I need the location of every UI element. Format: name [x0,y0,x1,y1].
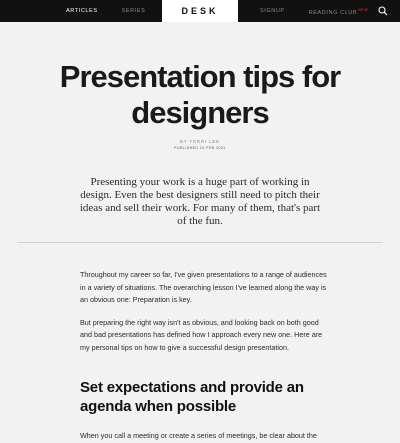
published-date: PUBLISHED 19 FEB 2021 [174,146,226,150]
article-body: Throughout my career so far, I've given … [80,269,330,443]
article-title: Presentation tips for designers [59,59,341,130]
nav-link-series[interactable]: SERIES [122,0,146,22]
nav-left-group: ARTICLES SERIES [66,0,169,22]
reading-club-label: READING CLUB [308,9,358,16]
nav-link-reading-club[interactable]: READING CLUBNEW [309,0,368,24]
body-paragraph: But preparing the right way isn't as obv… [80,317,323,352]
nav-right-group: SIGNUP READING CLUBNEW [260,0,392,22]
byline-prefix: BY [180,139,190,144]
body-paragraph: When you call a meeting or create a seri… [80,431,317,440]
site-logo[interactable]: DESK [162,0,238,22]
byline: BY TERRI LEE [0,139,400,144]
nav-link-articles[interactable]: ARTICLES [66,0,98,22]
divider [17,242,383,243]
nav-link-signup[interactable]: SIGNUP [260,0,285,22]
top-nav-bar: ARTICLES SERIES DESK SIGNUP READING CLUB… [0,0,400,22]
new-badge: NEW [358,7,369,12]
intro-paragraph: Presenting your work is a huge part of w… [79,176,321,227]
search-icon[interactable] [378,6,388,16]
body-paragraph: Throughout my career so far, I've given … [80,270,327,304]
author-link[interactable]: TERRI LEE [190,139,220,144]
section-heading: Set expectations and provide an agenda w… [80,379,304,415]
